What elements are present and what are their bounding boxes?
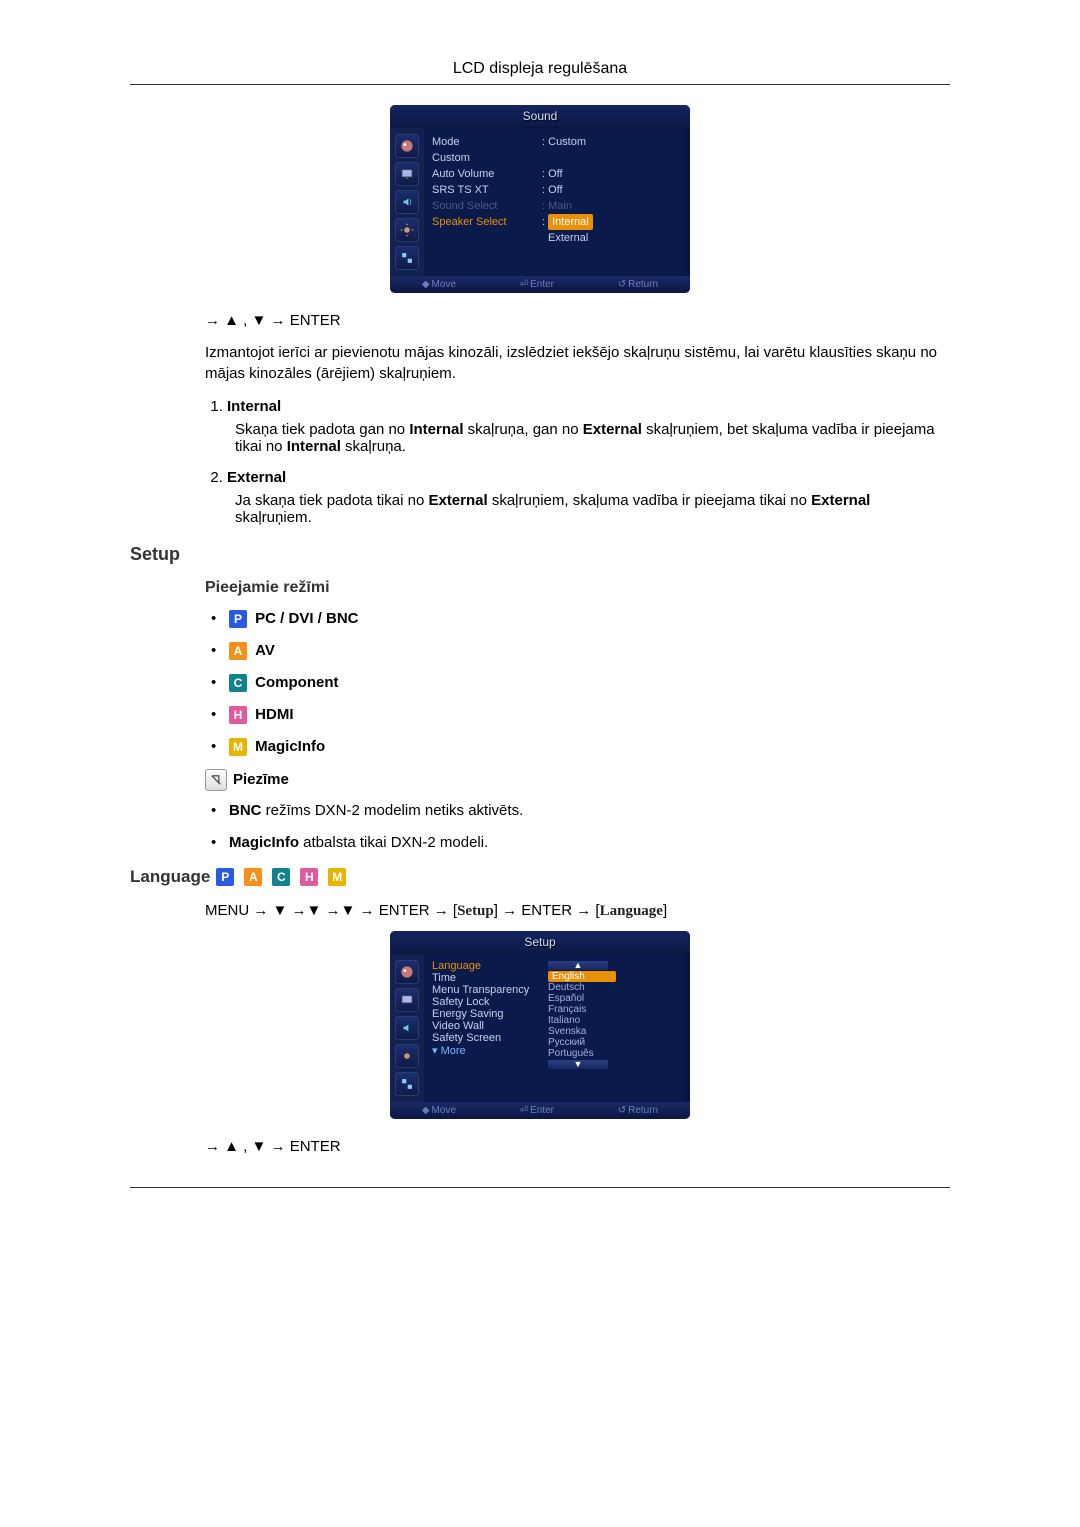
osd-option: Français (548, 1004, 682, 1015)
mode-item: A AV (205, 641, 950, 661)
sound-icon (395, 1016, 419, 1040)
osd-item-label: Video Wall (432, 1020, 542, 1032)
list-item: External Ja skaņa tiek padota tikai no E… (227, 469, 950, 526)
setup-heading: Setup (130, 544, 950, 565)
osd-item-label: Safety Lock (432, 996, 542, 1008)
return-hint: ↺ Return (618, 279, 658, 290)
osd-option: Deutsch (548, 982, 682, 993)
osd-item-value: : Custom (542, 134, 682, 150)
osd-option: Português (548, 1048, 682, 1059)
screen-icon (395, 988, 419, 1012)
multi-icon (395, 1072, 419, 1096)
osd-icon-strip (390, 128, 424, 276)
osd-footer: ◆ Move ⏎ Enter ↺ Return (390, 276, 690, 293)
item-title: External (227, 469, 286, 486)
move-hint: ◆ Move (422, 1105, 456, 1116)
mode-badge-a: A (229, 642, 247, 660)
palette-icon (395, 134, 419, 158)
gear-icon (395, 218, 419, 242)
mode-item: M MagicInfo (205, 737, 950, 757)
screen-icon (395, 162, 419, 186)
osd-item-label: Language (432, 960, 542, 972)
enter-hint: ⏎ Enter (520, 1105, 554, 1116)
mode-badge-p: P (216, 868, 234, 886)
osd-icon-strip (390, 954, 424, 1102)
osd-item-value: : Off (542, 182, 682, 198)
osd-item-label: Custom (432, 150, 542, 166)
item-title: Internal (227, 398, 281, 415)
mode-badge-m: M (328, 868, 346, 886)
note-label: Piezīme (233, 771, 289, 788)
nav-sequence: → ▲ , ▼ → ENTER (205, 311, 950, 331)
osd-option: Svenska (548, 1026, 682, 1037)
language-heading: Language P A C H M (130, 867, 950, 887)
osd-item-label: Sound Select (432, 198, 542, 214)
mode-badge-c: C (229, 674, 247, 692)
speaker-list: Internal Skaņa tiek padota gan no Intern… (205, 398, 950, 526)
nav-sequence: → ▲ , ▼ → ENTER (205, 1137, 950, 1157)
note-item: MagicInfo atbalsta tikai DXN-2 modeli. (205, 833, 950, 853)
note-item: BNC režīms DXN-2 modelim netiks aktivēts… (205, 801, 950, 821)
osd-item-label: Time (432, 972, 542, 984)
osd-option-selected: English (548, 971, 616, 982)
osd-option: Italiano (548, 1015, 682, 1026)
osd-item-value: : Internal (542, 214, 682, 230)
scroll-down-icon: ▼ (548, 1060, 608, 1069)
enter-hint: ⏎ Enter (520, 279, 554, 290)
osd-title: Sound (390, 105, 690, 128)
page-title: LCD displeja regulēšana (130, 60, 950, 78)
palette-icon (395, 960, 419, 984)
menu-path: MENU → ▼ →▼ →▼ → ENTER → [Setup] → ENTER… (205, 901, 950, 921)
mode-badge-p: P (229, 610, 247, 628)
sound-icon (395, 190, 419, 214)
notes-list: BNC režīms DXN-2 modelim netiks aktivēts… (205, 801, 950, 853)
osd-more: ▾ More (432, 1044, 542, 1057)
item-body: Skaņa tiek padota gan no Internal skaļru… (235, 421, 950, 455)
osd-item-label: Mode (432, 134, 542, 150)
body-text: Izmantojot ierīci ar pievienotu mājas ki… (205, 343, 950, 384)
osd-item-value: : Off (542, 166, 682, 182)
osd-footer: ◆ Move ⏎ Enter ↺ Return (390, 1102, 690, 1119)
note-icon (205, 769, 227, 791)
mode-badge-c: C (272, 868, 290, 886)
divider (130, 84, 950, 85)
return-hint: ↺ Return (618, 1105, 658, 1116)
mode-badge-m: M (229, 738, 247, 756)
osd-item-label: Safety Screen (432, 1032, 542, 1044)
multi-icon (395, 246, 419, 270)
mode-badge-h: H (300, 868, 318, 886)
osd-option: Русский (548, 1037, 682, 1048)
osd-item-value: : Main (542, 198, 682, 214)
divider (130, 1187, 950, 1188)
mode-badge-a: A (244, 868, 262, 886)
osd-item-label: Auto Volume (432, 166, 542, 182)
mode-item: H HDMI (205, 705, 950, 725)
modes-heading: Pieejamie režīmi (205, 579, 950, 597)
osd-sound-screenshot: Sound Mode: Custom Custom Auto Volume: O… (130, 105, 950, 293)
modes-list: P PC / DVI / BNC A AV C Component H HDMI… (205, 609, 950, 757)
osd-item-label: Menu Transparency (432, 984, 542, 996)
osd-item-value: External (542, 230, 682, 246)
mode-item: C Component (205, 673, 950, 693)
osd-item-label: SRS TS XT (432, 182, 542, 198)
list-item: Internal Skaņa tiek padota gan no Intern… (227, 398, 950, 455)
osd-option: Español (548, 993, 682, 1004)
move-hint: ◆ Move (422, 279, 456, 290)
osd-title: Setup (390, 931, 690, 954)
osd-setup-screenshot: Setup Language Time Menu Transparency Sa… (130, 931, 950, 1119)
osd-item-label: Speaker Select (432, 214, 542, 230)
scroll-up-icon: ▲ (548, 961, 608, 970)
item-body: Ja skaņa tiek padota tikai no External s… (235, 492, 950, 526)
gear-icon (395, 1044, 419, 1068)
mode-item: P PC / DVI / BNC (205, 609, 950, 629)
osd-item-label: Energy Saving (432, 1008, 542, 1020)
mode-badge-h: H (229, 706, 247, 724)
